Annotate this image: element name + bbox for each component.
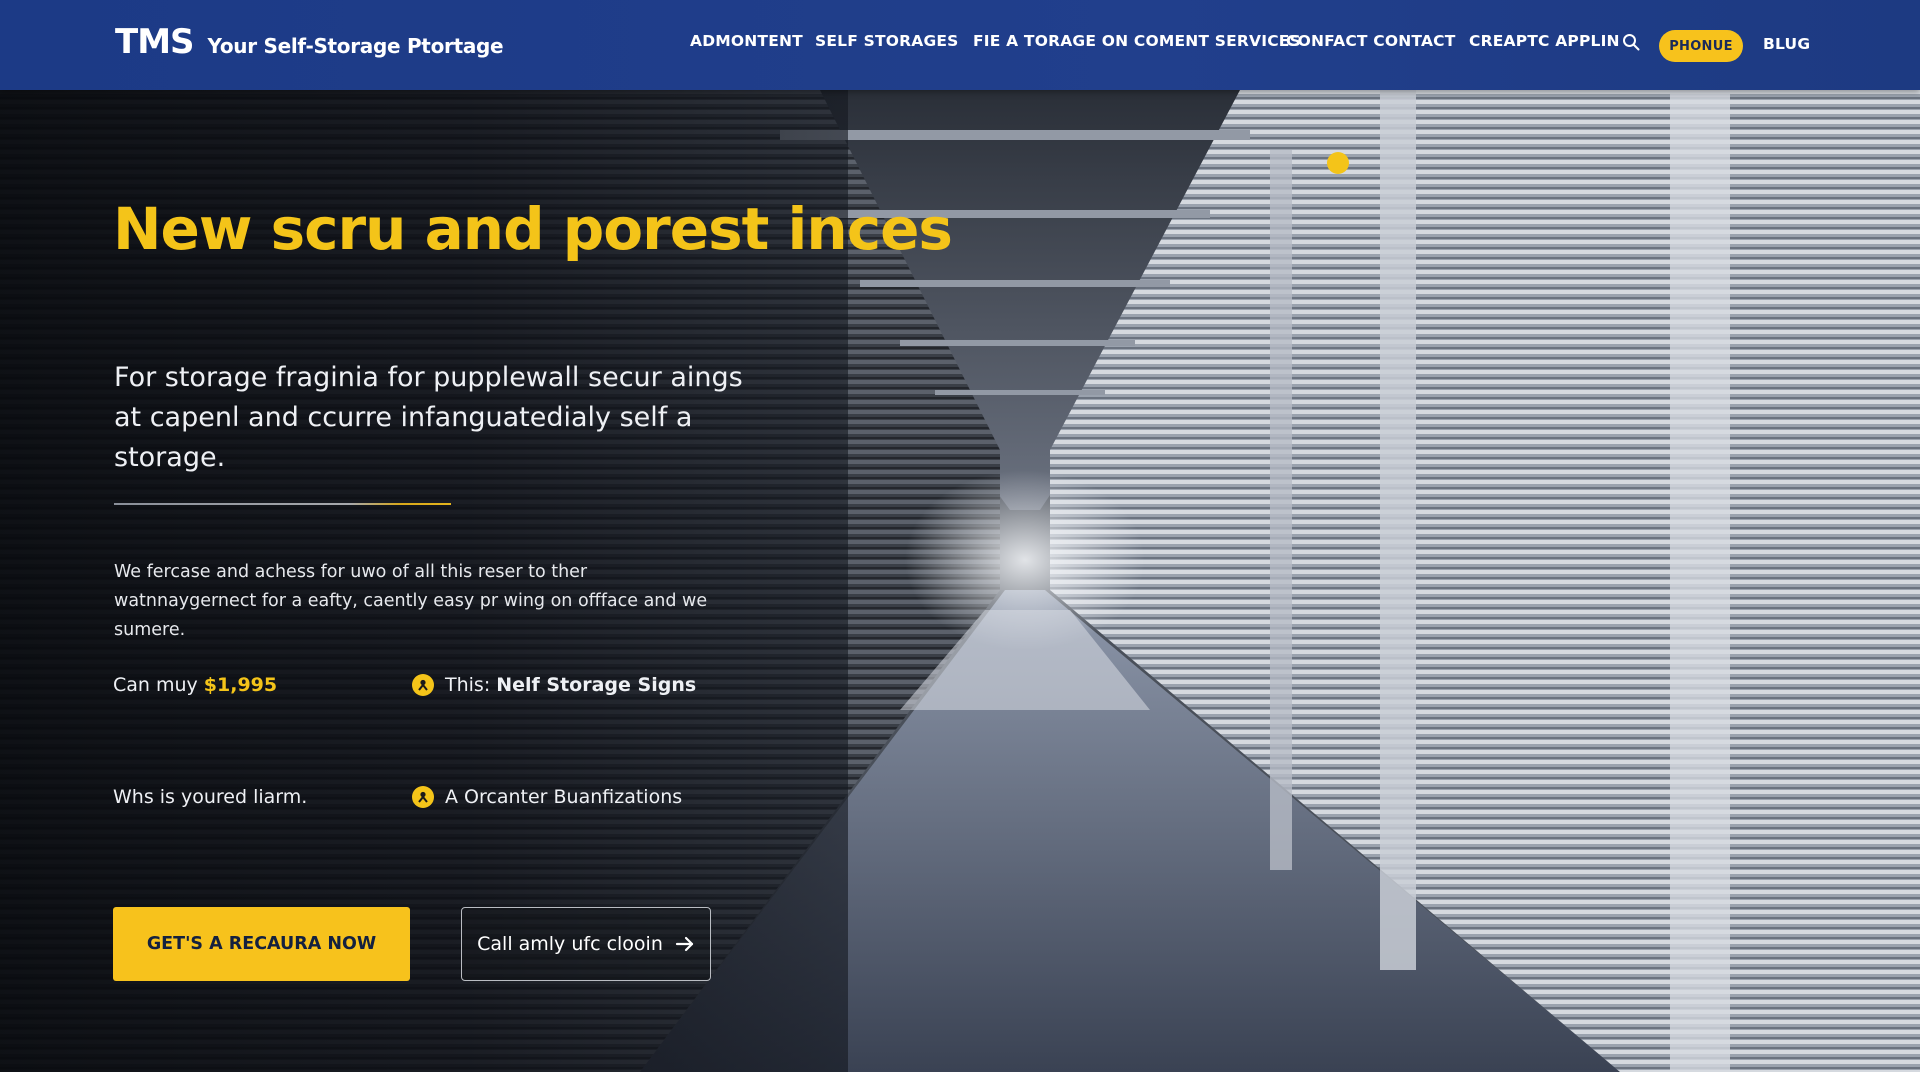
arrow-right-icon <box>675 936 693 952</box>
nav-item-services[interactable]: FIE A TORAGE ON COMENT SERVICES <box>973 32 1301 50</box>
hero-section: New scru and porest inces For storage fr… <box>0 90 1920 1072</box>
call-button[interactable]: Call amly ufc clooin <box>461 907 711 981</box>
hero-description: We fercase and achess for uwo of all thi… <box>114 562 708 640</box>
nav-item-contact[interactable]: CONFACT CONTACT <box>1286 32 1456 50</box>
badge-icon <box>412 674 434 696</box>
brand-tagline: Your Self-Storage Ptortage <box>207 34 504 58</box>
nav-item-blog[interactable]: BLUG <box>1763 35 1810 53</box>
feature-signs-value: Nelf Storage Signs <box>496 674 697 696</box>
hero-title: New scru and porest inces <box>113 195 953 263</box>
get-quote-button[interactable]: GET'S A RECAURA NOW <box>113 907 410 981</box>
nav-item-self-storages[interactable]: SELF STORAGES <box>815 32 959 50</box>
brand-logo[interactable]: TMS <box>115 22 195 62</box>
feature-alarm: Whs is youred liarm. <box>113 786 307 808</box>
site-header: TMS Your Self-Storage Ptortage ADMONTENT… <box>0 0 1920 90</box>
feature-organizations: A Orcanter Buanfizations <box>412 786 682 808</box>
hero-subtitle: For storage fraginia for pupplewall secu… <box>114 362 743 473</box>
call-button-label: Call amly ufc clooin <box>477 933 663 955</box>
divider <box>114 503 451 505</box>
search-icon[interactable] <box>1622 33 1640 51</box>
feature-price-value: $1,995 <box>203 674 278 696</box>
phone-button[interactable]: PHONUE <box>1659 30 1743 62</box>
feature-alarm-label: Whs is youred liarm. <box>113 786 308 808</box>
badge-icon <box>412 786 434 808</box>
nav-item-applin[interactable]: CREAPTC APPLIN <box>1469 32 1620 50</box>
brand[interactable]: TMS Your Self-Storage Ptortage <box>115 22 504 62</box>
feature-price: Can muy $1,995 <box>113 674 277 696</box>
feature-signs: This: Nelf Storage Signs <box>412 674 696 696</box>
feature-price-label: Can muy <box>113 674 198 696</box>
feature-organizations-label: A Orcanter Buanfizations <box>445 786 683 808</box>
feature-signs-label: This: <box>445 674 491 696</box>
nav-item-admontent[interactable]: ADMONTENT <box>690 32 803 50</box>
